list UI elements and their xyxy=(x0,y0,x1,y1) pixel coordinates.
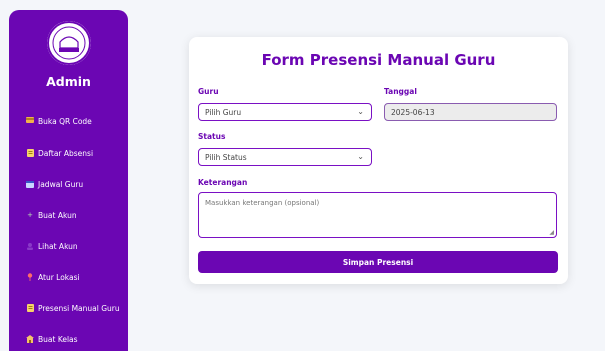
keterangan-textarea[interactable]: Masukkan keterangan (opsional) ◢ xyxy=(198,192,557,238)
sidebar-item-buka-qr-code[interactable]: Buka QR Code xyxy=(26,114,92,128)
document-icon xyxy=(26,304,34,312)
users-icon xyxy=(26,242,34,250)
tanggal-value: 2025-06-13 xyxy=(391,107,435,117)
school-icon xyxy=(26,335,34,343)
sidebar-item-buat-kelas[interactable]: Buat Kelas xyxy=(26,332,78,346)
guru-select-value: Pilih Guru xyxy=(205,107,242,117)
chevron-down-icon: ⌄ xyxy=(357,107,364,116)
presensi-form-card: Form Presensi Manual Guru Guru Pilih Gur… xyxy=(189,37,568,284)
sidebar-item-atur-lokasi[interactable]: Atur Lokasi xyxy=(26,270,80,284)
sidebar-item-label: Presensi Manual Guru xyxy=(38,303,120,313)
status-label: Status xyxy=(198,132,226,141)
plus-icon: + xyxy=(27,211,33,219)
sidebar-item-label: Buat Akun xyxy=(38,210,77,220)
form-title: Form Presensi Manual Guru xyxy=(261,51,496,69)
sidebar-item-label: Lihat Akun xyxy=(38,241,78,251)
credit-card-icon xyxy=(26,117,34,125)
sidebar-item-buat-akun[interactable]: + Buat Akun xyxy=(26,208,77,222)
calendar-icon xyxy=(26,180,34,188)
sidebar-item-presensi-manual-guru[interactable]: Presensi Manual Guru xyxy=(26,301,120,315)
sidebar-item-label: Jadwal Guru xyxy=(38,179,84,189)
resize-grip-icon[interactable]: ◢ xyxy=(549,229,554,236)
sidebar-item-lihat-akun[interactable]: Lihat Akun xyxy=(26,239,78,253)
sidebar-title: Admin xyxy=(46,74,91,89)
sidebar-item-daftar-absensi[interactable]: Daftar Absensi xyxy=(26,146,93,160)
keterangan-label: Keterangan xyxy=(198,178,248,187)
status-select-value: Pilih Status xyxy=(205,152,247,162)
pin-icon xyxy=(26,273,34,281)
tanggal-field[interactable]: 2025-06-13 xyxy=(384,103,557,121)
keterangan-placeholder: Masukkan keterangan (opsional) xyxy=(205,199,320,207)
sidebar-item-label: Daftar Absensi xyxy=(38,148,94,158)
chevron-down-icon: ⌄ xyxy=(357,152,364,161)
clipboard-icon xyxy=(26,149,34,157)
guru-select[interactable]: Pilih Guru ⌄ xyxy=(198,103,372,121)
simpan-presensi-button[interactable]: Simpan Presensi xyxy=(198,251,558,273)
status-select[interactable]: Pilih Status ⌄ xyxy=(198,148,372,166)
sidebar-item-label: Atur Lokasi xyxy=(38,272,80,282)
school-logo xyxy=(47,21,91,65)
guru-label: Guru xyxy=(198,87,219,96)
sidebar-item-label: Buat Kelas xyxy=(38,334,78,344)
sidebar-item-label: Buka QR Code xyxy=(38,116,92,126)
sidebar: Admin Buka QR Code Daftar Absensi Jadwal… xyxy=(9,10,128,351)
tanggal-label: Tanggal xyxy=(384,87,417,96)
sidebar-item-jadwal-guru[interactable]: Jadwal Guru xyxy=(26,177,83,191)
